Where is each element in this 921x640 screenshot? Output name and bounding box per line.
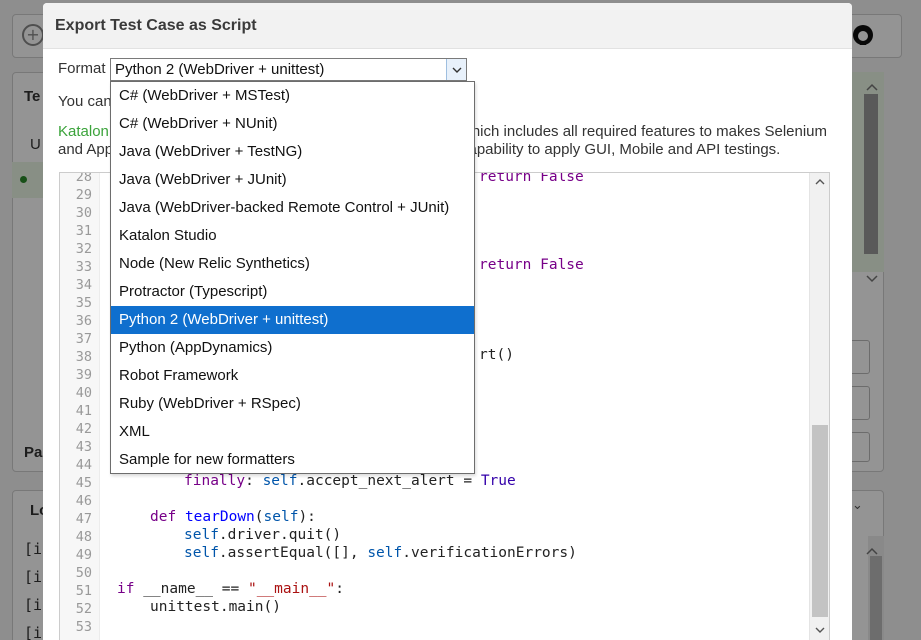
line-number: 48 <box>75 529 92 545</box>
line-number: 40 <box>75 385 92 401</box>
info-text-line3: capability to apply GUI, Mobile and API … <box>461 141 781 158</box>
line-number: 45 <box>75 475 92 491</box>
line-number: 30 <box>75 205 92 221</box>
editor-scrollbar-thumb[interactable] <box>812 425 828 617</box>
format-option[interactable]: C# (WebDriver + NUnit) <box>111 110 474 138</box>
format-option[interactable]: Protractor (Typescript) <box>111 278 474 306</box>
format-option[interactable]: XML <box>111 418 474 446</box>
line-number-gutter: 28 29 30 31 32 33 34 35 36 37 38 39 40 41 42 43 44 45 46 47… <box>60 173 100 640</box>
code-line-52: unittest.main() <box>150 599 281 615</box>
line-number: 39 <box>75 367 92 383</box>
line-number: 34 <box>75 277 92 293</box>
code-line-47: def tearDown(self): <box>150 509 316 525</box>
format-option[interactable]: Java (WebDriver-backed Remote Control + … <box>111 194 474 222</box>
format-label: Format <box>58 60 106 77</box>
code-line-51: if __name__ == "__main__": <box>117 581 345 597</box>
line-number: 32 <box>75 241 92 257</box>
info-text-line2: which includes all required features to … <box>461 123 828 140</box>
format-option[interactable]: Java (WebDriver + JUnit) <box>111 166 474 194</box>
line-number: 31 <box>75 223 92 239</box>
code-line-49: self.assertEqual([], self.verificationEr… <box>184 545 577 561</box>
info-text-line3-prefix: and App <box>58 141 114 158</box>
line-number: 50 <box>75 565 92 581</box>
line-number: 51 <box>75 583 92 599</box>
format-option[interactable]: Java (WebDriver + TestNG) <box>111 138 474 166</box>
line-number: 28 <box>75 172 92 185</box>
line-number: 38 <box>75 349 92 365</box>
line-number: 46 <box>75 493 92 509</box>
code-line-38: rt() <box>479 347 514 363</box>
format-selected-value: Python 2 (WebDriver + unittest) <box>115 61 325 78</box>
line-number: 41 <box>75 403 92 419</box>
panel-scroll-up-icon[interactable] <box>866 76 884 92</box>
info-text-line1: You can <box>58 93 112 110</box>
line-number: 42 <box>75 421 92 437</box>
format-option[interactable]: Robot Framework <box>111 362 474 390</box>
line-number: 36 <box>75 313 92 329</box>
line-number: 43 <box>75 439 92 455</box>
code-line-33: return False <box>479 257 584 273</box>
line-number: 44 <box>75 457 92 473</box>
format-select[interactable]: Python 2 (WebDriver + unittest) <box>110 58 467 81</box>
chevron-down-icon[interactable] <box>446 59 466 80</box>
log-scroll-up-icon[interactable] <box>866 540 884 556</box>
format-option[interactable]: Katalon Studio <box>111 222 474 250</box>
format-dropdown-list: C# (WebDriver + MSTest) C# (WebDriver + N… <box>110 81 475 474</box>
code-line-28: return False <box>479 172 584 185</box>
format-option[interactable]: Sample for new formatters <box>111 446 474 474</box>
format-option[interactable]: C# (WebDriver + MSTest) <box>111 82 474 110</box>
editor-scrollbar[interactable] <box>809 173 829 640</box>
format-option[interactable]: Python (AppDynamics) <box>111 334 474 362</box>
code-line-48: self.driver.quit() <box>184 527 342 543</box>
format-option[interactable]: Python 2 (WebDriver + unittest) <box>111 306 474 334</box>
scroll-up-icon[interactable] <box>813 175 827 189</box>
line-number: 53 <box>75 619 92 635</box>
dialog-title: Export Test Case as Script <box>55 17 257 34</box>
line-number: 35 <box>75 295 92 311</box>
scroll-down-icon[interactable] <box>813 623 827 637</box>
export-dialog: Export Test Case as Script Format Python… <box>43 3 852 640</box>
line-number: 37 <box>75 331 92 347</box>
format-option[interactable]: Node (New Relic Synthetics) <box>111 250 474 278</box>
line-number: 33 <box>75 259 92 275</box>
line-number: 47 <box>75 511 92 527</box>
format-option[interactable]: Ruby (WebDriver + RSpec) <box>111 390 474 418</box>
line-number: 49 <box>75 547 92 563</box>
line-number: 29 <box>75 187 92 203</box>
panel-scroll-down-icon[interactable] <box>866 268 884 284</box>
code-line-45: finally: self.accept_next_alert = True <box>184 473 516 489</box>
katalon-link[interactable]: Katalon <box>58 123 109 140</box>
dialog-header: Export Test Case as Script <box>43 3 852 49</box>
line-number: 52 <box>75 601 92 617</box>
